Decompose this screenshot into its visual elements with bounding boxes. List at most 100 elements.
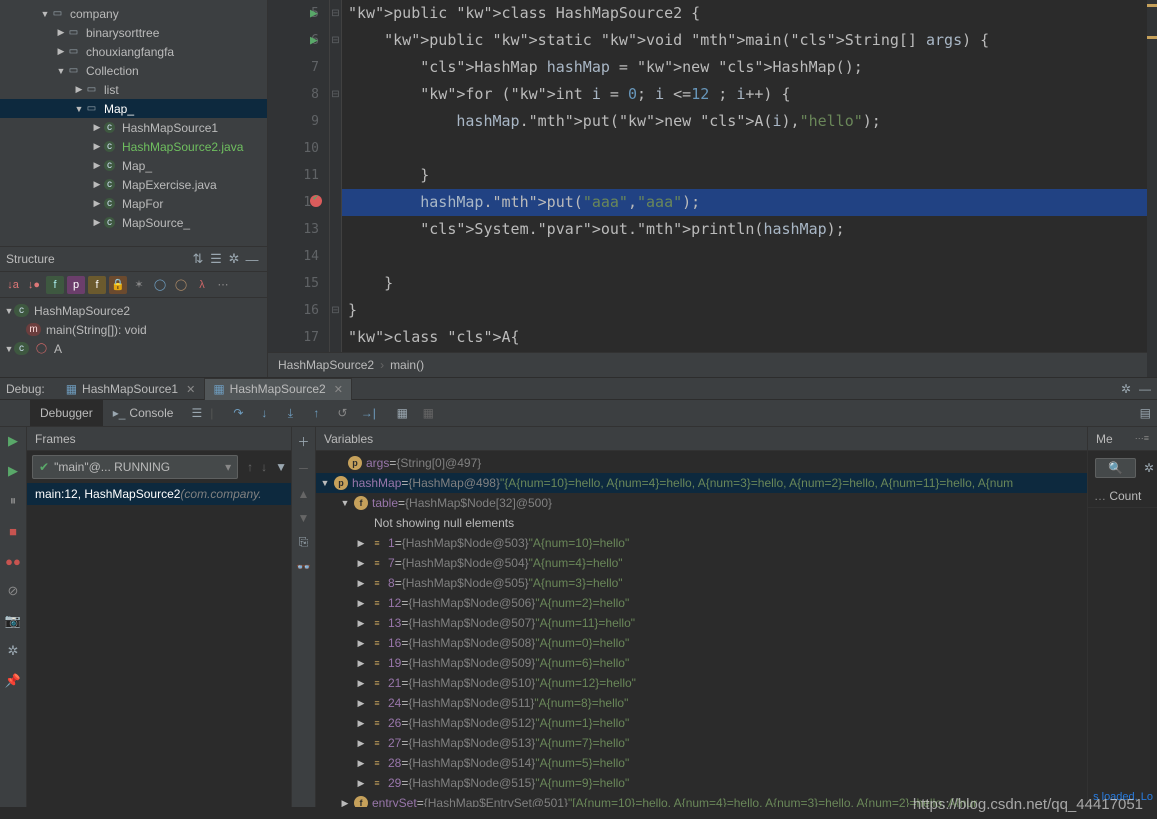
- copy-icon[interactable]: ⎘: [299, 535, 309, 550]
- tree-item[interactable]: ▶cMapSource_: [0, 213, 267, 232]
- debug-tab-1[interactable]: ▦ HashMapSource1 ✕: [57, 378, 205, 400]
- thread-selector[interactable]: ✔ "main"@... RUNNING ▾: [32, 455, 238, 479]
- var-node[interactable]: ▶≡24 = {HashMap$Node@511} "A{num=8}=hell…: [316, 693, 1087, 713]
- console-tab[interactable]: ▸_ Console: [103, 400, 184, 426]
- tree-item[interactable]: ▶▭list: [0, 80, 267, 99]
- var-node[interactable]: pargs = {String[0]@497}: [316, 453, 1087, 473]
- tree-item[interactable]: ▶cMapFor: [0, 194, 267, 213]
- circle-icon: ◯: [34, 342, 49, 355]
- struct-class[interactable]: ▼ c HashMapSource2: [0, 301, 267, 320]
- more-icon[interactable]: ⋯≡: [1135, 433, 1149, 444]
- force-step-into-icon[interactable]: ⤓: [281, 406, 299, 421]
- lambda-icon[interactable]: λ: [193, 276, 211, 294]
- sort-alpha-icon[interactable]: ↓a: [4, 276, 22, 294]
- run-to-cursor-icon[interactable]: →|: [359, 406, 377, 421]
- fold-gutter[interactable]: ⊟⊟⊟⊟: [330, 0, 342, 352]
- var-node[interactable]: ▼ftable = {HashMap$Node[32]@500}: [316, 493, 1087, 513]
- var-node[interactable]: ▶≡29 = {HashMap$Node@515} "A{num=9}=hell…: [316, 773, 1087, 793]
- step-out-icon[interactable]: ↑: [307, 406, 325, 421]
- close-icon[interactable]: ✕: [186, 383, 195, 396]
- gear-icon[interactable]: ✲: [1144, 461, 1154, 475]
- down-icon[interactable]: ▼: [298, 511, 310, 525]
- close-icon[interactable]: ✕: [334, 383, 343, 396]
- pause-icon[interactable]: ⏸: [5, 493, 21, 509]
- var-node[interactable]: ▶≡27 = {HashMap$Node@513} "A{num=7}=hell…: [316, 733, 1087, 753]
- rerun-icon[interactable]: ▶: [5, 433, 21, 449]
- show-fields-icon[interactable]: f: [46, 276, 64, 294]
- project-tree[interactable]: ▼ ▭ company ▶▭binarysorttree▶▭chouxiangf…: [0, 0, 267, 246]
- structure-body[interactable]: ▼ c HashMapSource2 m main(String[]): voi…: [0, 298, 267, 377]
- tab-label: HashMapSource1: [82, 382, 178, 396]
- tree-item[interactable]: ▶cMapExercise.java: [0, 175, 267, 194]
- tree-item[interactable]: ▶cHashMapSource1: [0, 118, 267, 137]
- funnel-icon[interactable]: ▼: [271, 460, 291, 474]
- debugger-tab[interactable]: Debugger: [30, 400, 103, 426]
- tree-item[interactable]: ▶cMap_: [0, 156, 267, 175]
- var-node[interactable]: ▶≡16 = {HashMap$Node@508} "A{num=0}=hell…: [316, 633, 1087, 653]
- show-props-icon[interactable]: p: [67, 276, 85, 294]
- resume-icon[interactable]: ▶: [5, 463, 21, 479]
- step-over-icon[interactable]: ↷: [229, 406, 247, 421]
- stop-icon[interactable]: ■: [5, 523, 21, 539]
- tree-item[interactable]: ▶▭chouxiangfangfa: [0, 42, 267, 61]
- prev-frame-icon[interactable]: ↑: [243, 460, 257, 474]
- step-into-icon[interactable]: ↓: [255, 406, 273, 421]
- more-icon[interactable]: ⋯: [214, 276, 232, 294]
- gutter[interactable]: 5▶6▶789101112✔1314151617: [268, 0, 330, 352]
- var-node[interactable]: ▶≡7 = {HashMap$Node@504} "A{num=4}=hello…: [316, 553, 1087, 573]
- camera-icon[interactable]: 📷: [5, 613, 21, 629]
- code[interactable]: "kw">public "kw">class HashMapSource2 { …: [342, 0, 1157, 352]
- up-icon[interactable]: ▲: [298, 487, 310, 501]
- var-node[interactable]: ▶≡1 = {HashMap$Node@503} "A{num=10}=hell…: [316, 533, 1087, 553]
- trace-icon[interactable]: ▦: [419, 406, 437, 421]
- next-frame-icon[interactable]: ↓: [257, 460, 271, 474]
- tree-company[interactable]: ▼ ▭ company: [0, 4, 267, 23]
- tool-icon-3[interactable]: ◯: [172, 276, 190, 294]
- tree-item[interactable]: ▼▭Map_: [0, 99, 267, 118]
- debug-tab-2[interactable]: ▦ HashMapSource2 ✕: [204, 378, 352, 400]
- evaluate-icon[interactable]: ▦: [393, 406, 411, 421]
- settings-icon[interactable]: ✲: [225, 251, 243, 267]
- variables-tree[interactable]: pargs = {String[0]@497}▼phashMap = {Hash…: [316, 451, 1087, 807]
- frame-loc: main:12, HashMapSource2: [35, 487, 180, 501]
- var-node[interactable]: ▶≡19 = {HashMap$Node@509} "A{num=6}=hell…: [316, 653, 1087, 673]
- struct-main[interactable]: m main(String[]): void: [0, 320, 267, 339]
- tree-item[interactable]: ▶cHashMapSource2.java: [0, 137, 267, 156]
- show-nonpub-icon[interactable]: f: [88, 276, 106, 294]
- crumb[interactable]: main(): [390, 358, 424, 372]
- sort-icon[interactable]: ⇅: [189, 251, 207, 267]
- tree-item[interactable]: ▶▭binarysorttree: [0, 23, 267, 42]
- frame-row[interactable]: main:12, HashMapSource2 (com.company.: [27, 483, 291, 505]
- settings-icon[interactable]: ✲: [5, 643, 21, 659]
- var-node[interactable]: ▶≡13 = {HashMap$Node@507} "A{num=11}=hel…: [316, 613, 1087, 633]
- minimize-icon[interactable]: —: [1139, 382, 1151, 396]
- var-node[interactable]: ▶≡26 = {HashMap$Node@512} "A{num=1}=hell…: [316, 713, 1087, 733]
- memory-search[interactable]: 🔍: [1095, 458, 1136, 478]
- show-inherited-icon[interactable]: 🔒: [109, 276, 127, 294]
- tool-icon-2[interactable]: ◯: [151, 276, 169, 294]
- breadcrumb[interactable]: HashMapSource2 › main(): [268, 352, 1157, 377]
- var-node[interactable]: ▶≡12 = {HashMap$Node@506} "A{num=2}=hell…: [316, 593, 1087, 613]
- var-node[interactable]: ▶≡8 = {HashMap$Node@505} "A{num=3}=hello…: [316, 573, 1087, 593]
- var-node[interactable]: ▶≡28 = {HashMap$Node@514} "A{num=5}=hell…: [316, 753, 1087, 773]
- crumb[interactable]: HashMapSource2: [278, 358, 374, 372]
- glasses-icon[interactable]: 👓: [296, 560, 311, 574]
- tree-item[interactable]: ▼▭Collection: [0, 61, 267, 80]
- tool-icon-1[interactable]: ✶: [130, 276, 148, 294]
- drop-frame-icon[interactable]: ↺: [333, 406, 351, 421]
- pin-icon[interactable]: 📌: [5, 673, 21, 689]
- sort-vis-icon[interactable]: ↓●: [25, 276, 43, 294]
- threads-icon[interactable]: ☰: [191, 406, 202, 420]
- error-stripe[interactable]: [1147, 0, 1157, 352]
- var-node[interactable]: ▶≡21 = {HashMap$Node@510} "A{num=12}=hel…: [316, 673, 1087, 693]
- minimize-icon[interactable]: —: [243, 252, 261, 267]
- layout-icon[interactable]: ▤: [1140, 406, 1151, 420]
- filter-icon[interactable]: ☰: [207, 251, 225, 267]
- add-watch-icon[interactable]: ＋: [297, 433, 309, 450]
- var-node[interactable]: ▼phashMap = {HashMap@498} "{A{num=10}=he…: [316, 473, 1087, 493]
- breakpoints-icon[interactable]: ●●: [5, 553, 21, 569]
- struct-A[interactable]: ▼ c ◯ A: [0, 339, 267, 358]
- mute-bp-icon[interactable]: ⊘: [5, 583, 21, 599]
- gear-icon[interactable]: ✲: [1121, 382, 1131, 396]
- remove-watch-icon[interactable]: －: [297, 460, 309, 477]
